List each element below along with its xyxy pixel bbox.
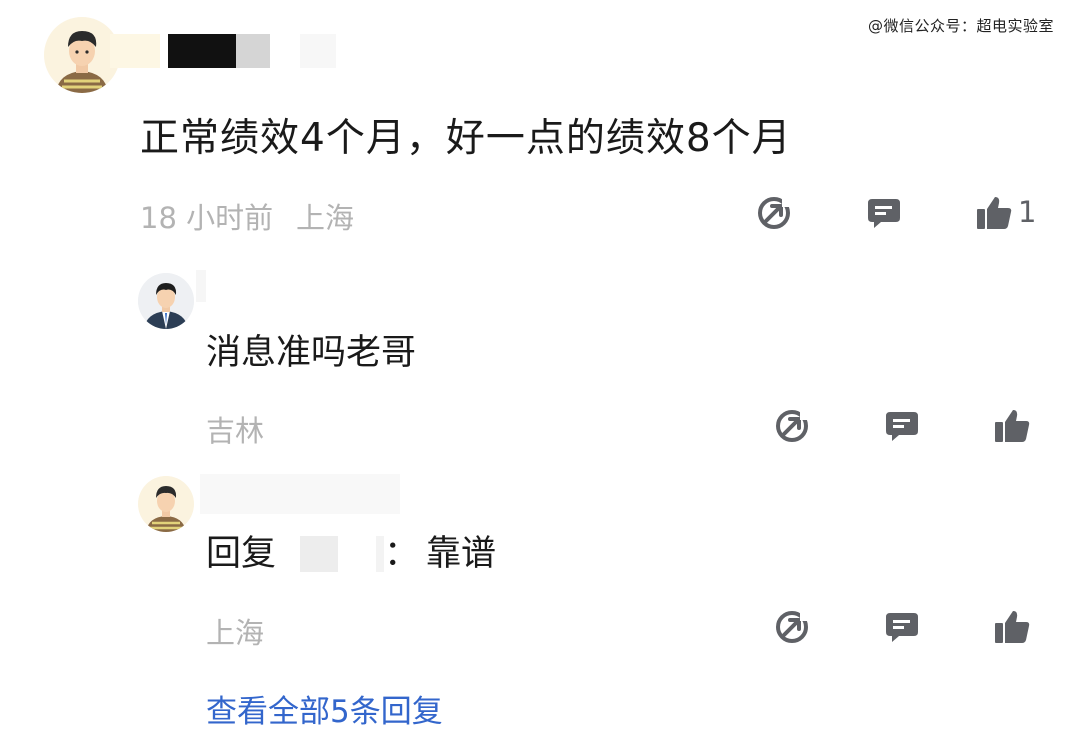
comment-text: 正常绩效4个月，好一点的绩效8个月 xyxy=(140,116,792,161)
comment-icon xyxy=(886,412,918,441)
share-icon xyxy=(776,410,810,442)
comment-time: 18 小时前 xyxy=(140,201,274,235)
redacted-username xyxy=(200,474,400,514)
comment-icon xyxy=(886,613,918,642)
share-button[interactable] xyxy=(772,607,812,647)
cartoon-man-avatar-icon xyxy=(44,17,120,93)
share-button[interactable] xyxy=(772,406,812,446)
reply-colon: ： xyxy=(384,534,420,574)
redacted-username xyxy=(196,270,206,302)
reply-location: 上海 xyxy=(206,616,265,650)
redacted-username xyxy=(110,34,160,68)
redacted-mention xyxy=(300,536,338,572)
share-icon xyxy=(776,611,810,643)
reply-text: 靠谱 xyxy=(426,534,497,574)
reply-avatar[interactable] xyxy=(138,273,194,329)
reply-location: 吉林 xyxy=(206,414,265,448)
redacted-username xyxy=(300,34,336,68)
reply-avatar[interactable] xyxy=(138,476,194,532)
reply-prefix: 回复 xyxy=(206,534,277,574)
redacted-mention xyxy=(376,536,384,572)
share-button[interactable] xyxy=(754,193,794,233)
watermark-text: @微信公众号：超电实验室 xyxy=(868,17,1055,35)
thumbs-up-icon xyxy=(995,611,1030,643)
reply-text: 消息准吗老哥 xyxy=(206,333,417,373)
reply-button[interactable] xyxy=(882,607,922,647)
cartoon-man-suit-avatar-icon xyxy=(138,273,194,329)
thumbs-up-icon xyxy=(977,197,1012,229)
redacted-username xyxy=(236,34,270,68)
reply-button[interactable] xyxy=(864,193,904,233)
comment-location: 上海 xyxy=(296,201,355,235)
like-count: 1 xyxy=(1018,195,1037,229)
redacted-username xyxy=(168,34,236,68)
view-all-replies-link[interactable]: 查看全部5条回复 xyxy=(206,686,443,731)
thumbs-up-icon xyxy=(995,410,1030,442)
share-icon xyxy=(758,197,792,229)
commenter-avatar[interactable] xyxy=(44,17,120,93)
reply-button[interactable] xyxy=(882,406,922,446)
cartoon-man-avatar-icon xyxy=(138,476,194,532)
like-button[interactable] xyxy=(992,607,1032,647)
comment-icon xyxy=(868,199,900,228)
like-button[interactable] xyxy=(992,406,1032,446)
like-button[interactable] xyxy=(974,193,1014,233)
